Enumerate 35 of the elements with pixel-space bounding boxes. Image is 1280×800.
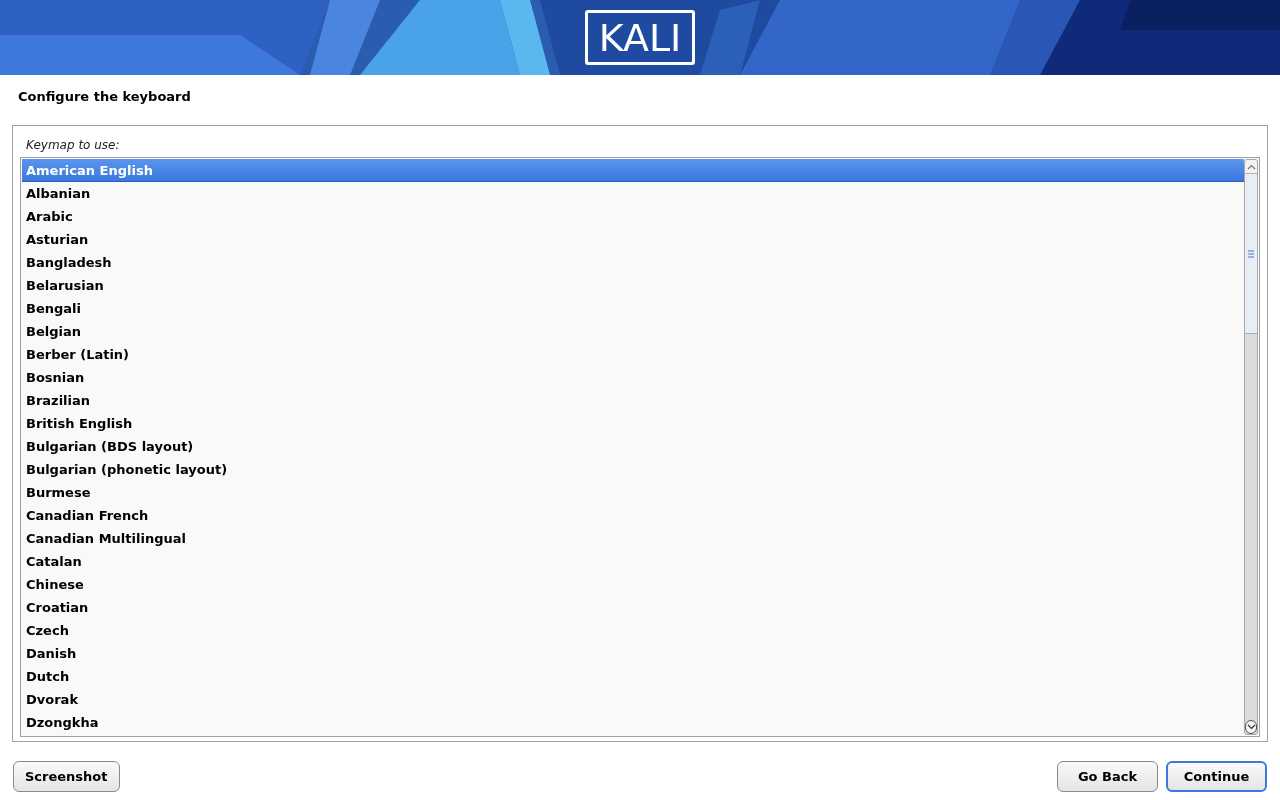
screenshot-button[interactable]: Screenshot (13, 761, 120, 792)
logo: KALI (585, 10, 695, 65)
keymap-item[interactable]: Arabic (22, 205, 1244, 228)
keymap-item[interactable]: Bangladesh (22, 251, 1244, 274)
keymap-item[interactable]: American English (22, 159, 1244, 182)
keymap-item[interactable]: Bengali (22, 297, 1244, 320)
keymap-item[interactable]: Bulgarian (BDS layout) (22, 435, 1244, 458)
keymap-item[interactable]: Chinese (22, 573, 1244, 596)
keymap-item[interactable]: Canadian French (22, 504, 1244, 527)
keymap-item[interactable]: Bosnian (22, 366, 1244, 389)
scroll-up-icon[interactable] (1245, 160, 1257, 174)
back-button[interactable]: Go Back (1057, 761, 1158, 792)
keymap-item[interactable]: Burmese (22, 481, 1244, 504)
scrollbar[interactable] (1244, 159, 1258, 735)
keymap-item[interactable]: Asturian (22, 228, 1244, 251)
keymap-item[interactable]: Berber (Latin) (22, 343, 1244, 366)
keymap-item[interactable]: Dvorak (22, 688, 1244, 711)
keymap-item[interactable]: Dutch (22, 665, 1244, 688)
scroll-down-icon[interactable] (1245, 720, 1257, 734)
keymap-item[interactable]: Bulgarian (phonetic layout) (22, 458, 1244, 481)
prompt-label: Keymap to use: (26, 138, 120, 152)
keymap-item[interactable]: Catalan (22, 550, 1244, 573)
continue-button[interactable]: Continue (1166, 761, 1267, 792)
scroll-thumb[interactable] (1245, 174, 1257, 334)
keymap-item[interactable]: Belgian (22, 320, 1244, 343)
keymap-item[interactable]: Croatian (22, 596, 1244, 619)
keymap-item[interactable]: Belarusian (22, 274, 1244, 297)
keymap-item[interactable]: Dzongkha (22, 711, 1244, 734)
keymap-item[interactable]: Brazilian (22, 389, 1244, 412)
keymap-item[interactable]: Albanian (22, 182, 1244, 205)
keymap-item[interactable]: Danish (22, 642, 1244, 665)
keymap-item[interactable]: Czech (22, 619, 1244, 642)
keymap-item[interactable]: British English (22, 412, 1244, 435)
keymap-item[interactable]: Canadian Multilingual (22, 527, 1244, 550)
page-title: Configure the keyboard (18, 88, 191, 106)
